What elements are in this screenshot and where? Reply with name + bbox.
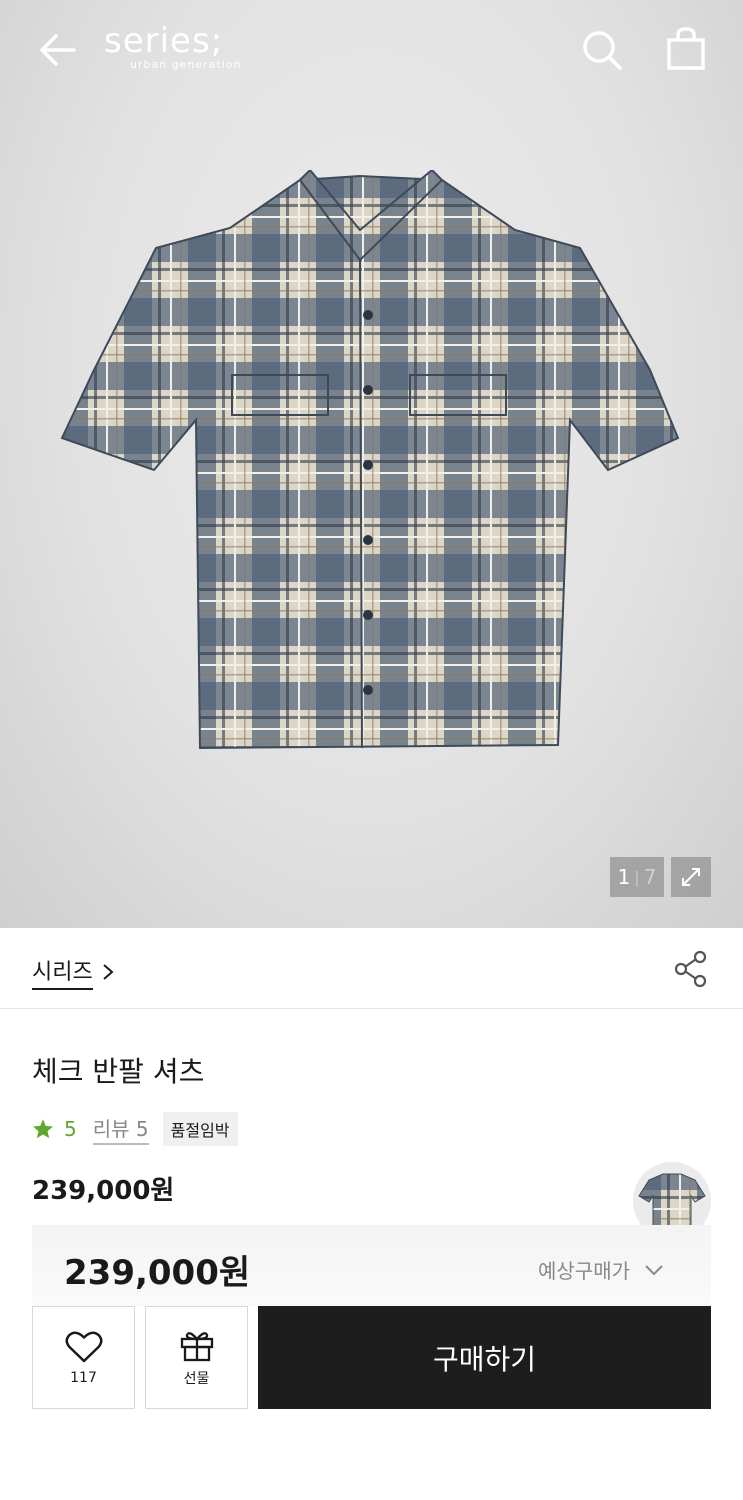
product-price: 239,000원 — [32, 1176, 175, 1206]
gift-label: 선물 — [183, 1370, 210, 1387]
chevron-right-icon — [103, 964, 114, 980]
like-count: 117 — [70, 1369, 97, 1386]
gift-icon — [180, 1331, 213, 1361]
estimated-price-label: 예상구매가 — [538, 1259, 630, 1283]
share-icon[interactable] — [672, 950, 710, 988]
like-button[interactable]: 117 — [32, 1306, 135, 1409]
shopping-bag-icon[interactable] — [664, 26, 708, 72]
chevron-down-icon — [645, 1264, 663, 1275]
pager-current: 1 — [617, 865, 631, 889]
expand-image-button[interactable] — [671, 857, 711, 897]
image-pager: 1 | 7 — [610, 857, 664, 897]
pager-total: 7 — [643, 865, 657, 889]
low-stock-badge: 품절임박 — [162, 1112, 238, 1146]
review-link[interactable]: 리뷰 5 — [92, 1113, 149, 1145]
logo-sub-text: urban generation — [130, 58, 242, 71]
brand-logo[interactable]: series; urban generation — [104, 22, 254, 78]
brand-row: 시리즈 — [0, 928, 743, 1009]
estimated-price-toggle[interactable]: 예상구매가 — [538, 1255, 664, 1284]
rating-row: 5 리뷰 5 품절임박 — [32, 1112, 238, 1146]
back-arrow-icon[interactable] — [36, 30, 78, 70]
product-image-shirt — [60, 170, 680, 750]
search-icon[interactable] — [580, 28, 624, 72]
star-icon — [33, 1119, 53, 1139]
product-title: 체크 반팔 셔츠 — [32, 1055, 205, 1088]
gift-button[interactable]: 선물 — [145, 1306, 248, 1409]
estimated-price: 239,000원 — [64, 1253, 251, 1293]
brand-link[interactable]: 시리즈 — [32, 954, 115, 990]
brand-name: 시리즈 — [32, 954, 93, 990]
buy-button[interactable]: 구매하기 — [258, 1306, 711, 1409]
logo-main-text: series; — [104, 21, 224, 61]
rating-value: 5 — [64, 1117, 77, 1141]
top-navigation-bar: series; urban generation — [0, 0, 743, 100]
product-image-gallery[interactable]: series; urban generation 1 | 7 — [0, 0, 743, 928]
expand-icon — [682, 868, 700, 886]
pager-separator: | — [634, 867, 640, 887]
estimated-price-bar[interactable]: 239,000원 예상구매가 — [32, 1225, 711, 1307]
heart-icon — [65, 1331, 102, 1362]
